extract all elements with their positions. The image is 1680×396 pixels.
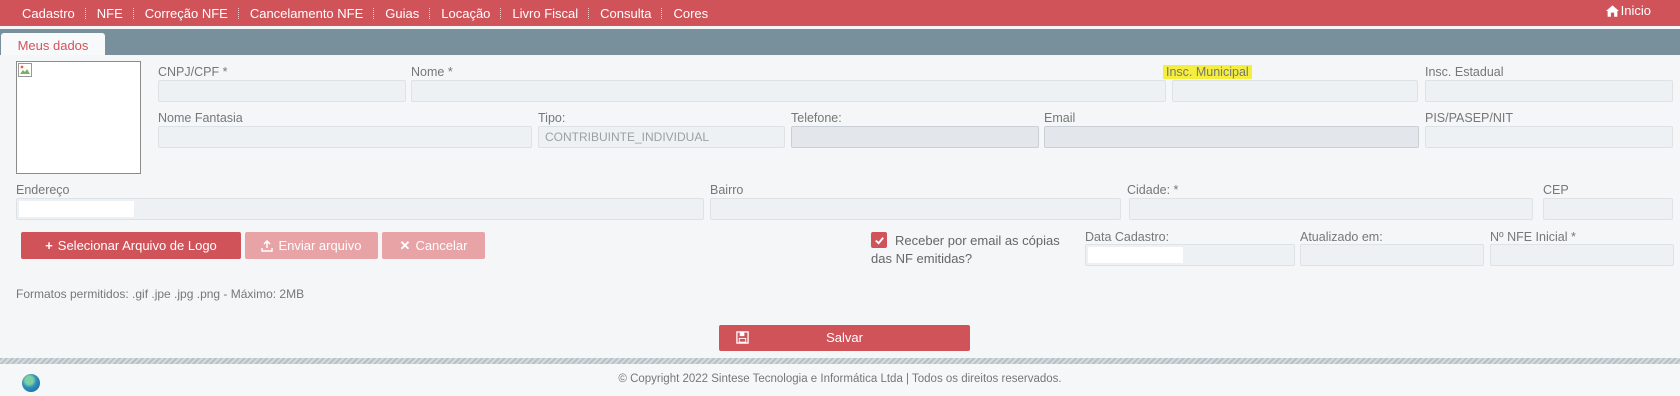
menu-separator — [237, 7, 240, 19]
data-cadastro-value-mask — [1088, 247, 1183, 263]
nome-label: Nome * — [411, 65, 453, 79]
endereco-label: Endereço — [16, 183, 70, 197]
email-input[interactable] — [1044, 126, 1419, 148]
save-button[interactable]: Salvar — [719, 325, 970, 351]
menu-separator — [132, 7, 135, 19]
email-label: Email — [1044, 111, 1076, 125]
menu-item-livro-fiscal[interactable]: Livro Fiscal — [502, 6, 588, 21]
insc-estadual-label: Insc. Estadual — [1425, 65, 1504, 79]
cep-input[interactable] — [1543, 198, 1673, 220]
menu-item-correcao-nfe[interactable]: Correção NFE — [135, 6, 238, 21]
menu-item-nfe[interactable]: NFE — [87, 6, 133, 21]
main-menu: Cadastro NFE Correção NFE Cancelamento N… — [12, 0, 718, 26]
bairro-label: Bairro — [710, 183, 744, 197]
menu-separator — [661, 7, 663, 19]
data-cadastro-label: Data Cadastro: — [1085, 230, 1170, 244]
logo-image-box — [16, 61, 141, 174]
insc-municipal-label: Insc. Municipal — [1163, 65, 1252, 79]
menu-item-locacao[interactable]: Locação — [431, 6, 500, 21]
send-file-label: Enviar arquivo — [278, 238, 362, 253]
save-label: Salvar — [826, 330, 863, 345]
broken-image-icon — [18, 63, 32, 77]
close-icon: ✕ — [399, 237, 411, 253]
menu-separator — [429, 7, 431, 19]
send-file-button[interactable]: Enviar arquivo — [245, 232, 378, 259]
cep-label: CEP — [1543, 183, 1569, 197]
tab-meus-dados[interactable]: Meus dados — [1, 33, 105, 57]
tipo-select[interactable] — [538, 126, 785, 148]
nfe-inicial-input[interactable] — [1490, 244, 1674, 266]
atualizado-label: Atualizado em: — [1300, 230, 1383, 244]
atualizado-input[interactable] — [1300, 244, 1484, 266]
menu-separator — [373, 7, 375, 19]
nome-fantasia-label: Nome Fantasia — [158, 111, 243, 125]
insc-municipal-input[interactable] — [1172, 80, 1418, 102]
cidade-input[interactable] — [1129, 198, 1533, 220]
pis-label: PIS/PASEP/NIT — [1425, 111, 1513, 125]
cnpj-input[interactable] — [158, 80, 406, 102]
menu-item-cancelamento-nfe[interactable]: Cancelamento NFE — [240, 6, 373, 21]
home-link-label: Inicio — [1620, 3, 1651, 18]
menu-separator — [588, 7, 590, 19]
menu-item-cores[interactable]: Cores — [663, 6, 718, 21]
plus-icon: + — [45, 238, 53, 253]
cnpj-label: CNPJ/CPF * — [158, 65, 228, 79]
telefone-input[interactable] — [791, 126, 1039, 148]
menu-item-consulta[interactable]: Consulta — [590, 6, 661, 21]
bairro-input[interactable] — [710, 198, 1121, 220]
tab-bar — [0, 29, 1680, 55]
insc-municipal-label-text: Insc. Municipal — [1163, 65, 1252, 79]
nfe-inicial-label: Nº NFE Inicial * — [1490, 230, 1576, 244]
menu-item-cadastro[interactable]: Cadastro — [12, 6, 85, 21]
select-logo-label: Selecionar Arquivo de Logo — [57, 238, 217, 253]
copyright-text: © Copyright 2022 Sintese Tecnologia e In… — [618, 373, 1062, 385]
nome-input[interactable] — [411, 80, 1166, 102]
upload-icon — [261, 239, 274, 252]
menu-separator — [500, 7, 502, 19]
cancel-button[interactable]: ✕ Cancelar — [382, 232, 485, 259]
cidade-label: Cidade: * — [1127, 183, 1179, 197]
select-logo-button[interactable]: + Selecionar Arquivo de Logo — [21, 232, 241, 259]
cancel-label: Cancelar — [415, 238, 468, 253]
home-link[interactable]: Inicio — [1605, 3, 1651, 18]
nome-fantasia-input[interactable] — [158, 126, 532, 148]
insc-estadual-input[interactable] — [1425, 80, 1673, 102]
tipo-label: Tipo: — [538, 111, 566, 125]
endereco-value-mask — [19, 201, 134, 217]
top-navigation-bar: Cadastro NFE Correção NFE Cancelamento N… — [0, 0, 1680, 26]
file-format-hint: Formatos permitidos: .gif .jpe .jpg .png… — [16, 287, 305, 301]
menu-item-guias[interactable]: Guias — [375, 6, 429, 21]
email-copies-label: Receber por email as cópias das NF emiti… — [871, 233, 1060, 266]
telefone-label: Telefone: — [791, 111, 842, 125]
pis-input[interactable] — [1425, 126, 1673, 148]
menu-separator — [84, 7, 87, 19]
home-icon — [1605, 4, 1619, 17]
